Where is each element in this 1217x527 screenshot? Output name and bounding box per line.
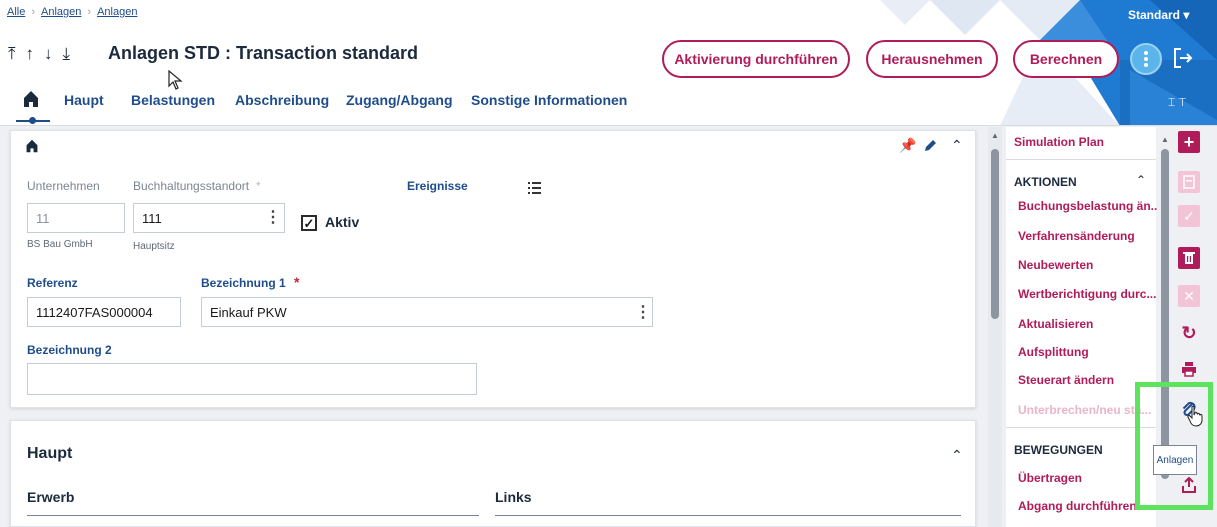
more-vertical-icon bbox=[1144, 51, 1148, 67]
edit-pencil-icon[interactable] bbox=[923, 139, 937, 153]
unternehmen-description: BS Bau GmbH bbox=[27, 239, 93, 250]
standort-description: Hauptsitz bbox=[133, 241, 175, 252]
tab-haupt[interactable]: Haupt bbox=[64, 92, 104, 108]
save-icon bbox=[1178, 171, 1200, 193]
standort-required-mark: * bbox=[256, 179, 261, 193]
first-record-icon[interactable]: ⤒ bbox=[8, 44, 16, 64]
aktiv-checkbox[interactable]: ✓ bbox=[301, 215, 317, 231]
scroll-up-icon[interactable]: ▲ bbox=[991, 131, 999, 140]
page-header: Alle › Anlagen › Anlagen Standard ▾ ⤒ ↑ … bbox=[0, 0, 1217, 126]
bezeichnung2-label: Bezeichnung 2 bbox=[27, 343, 112, 357]
simulation-plan-link[interactable]: Simulation Plan bbox=[1014, 135, 1104, 149]
bezeichnung1-field[interactable]: Einkauf PKW bbox=[201, 297, 653, 327]
action-item[interactable]: Steuerart ändern bbox=[1018, 373, 1114, 387]
tab-belastungen[interactable]: Belastungen bbox=[131, 92, 215, 108]
referenz-label: Referenz bbox=[27, 276, 78, 290]
bezeichnung1-more-icon[interactable]: ⋮ bbox=[635, 302, 651, 322]
breadcrumb-all[interactable]: Alle bbox=[7, 6, 25, 18]
breadcrumb-separator: › bbox=[87, 6, 92, 18]
aktionen-collapse-icon[interactable]: ⌃ bbox=[1136, 173, 1146, 187]
aktiv-label: Aktiv bbox=[325, 214, 360, 230]
more-actions-button[interactable] bbox=[1130, 43, 1162, 75]
page-title: Anlagen STD : Transaction standard bbox=[108, 43, 419, 63]
unternehmen-field: 11 bbox=[27, 203, 125, 233]
main-scrollbar[interactable]: ▲ bbox=[988, 127, 1002, 527]
tab-sonstige-informationen[interactable]: Sonstige Informationen bbox=[471, 92, 627, 108]
haupt-section-card: Haupt ⌃ Erwerb Links bbox=[10, 420, 976, 527]
add-icon[interactable]: + bbox=[1178, 131, 1200, 153]
action-item-disabled: Unterbrechen/neu sta... bbox=[1018, 403, 1152, 417]
delete-icon[interactable] bbox=[1178, 247, 1200, 269]
movement-item[interactable]: Übertragen bbox=[1018, 471, 1082, 485]
left-gutter bbox=[0, 127, 8, 527]
hand-cursor-icon bbox=[1187, 405, 1203, 427]
bezeichnung1-label: Bezeichnung 1 bbox=[201, 276, 286, 290]
panel-separator bbox=[1006, 159, 1156, 160]
unternehmen-label: Unternehmen bbox=[27, 179, 100, 193]
links-divider bbox=[495, 515, 961, 516]
bezeichnung1-required-mark: * bbox=[294, 274, 300, 290]
erwerb-heading: Erwerb bbox=[27, 489, 75, 505]
refresh-icon[interactable]: ↻ bbox=[1178, 322, 1200, 344]
bewegungen-heading: BEWEGUNGEN bbox=[1014, 443, 1103, 457]
action-item[interactable]: Verfahrensänderung bbox=[1018, 229, 1135, 243]
standort-field[interactable]: 111 bbox=[133, 203, 285, 233]
list-icon[interactable] bbox=[528, 181, 542, 195]
action-item[interactable]: Neubewerten bbox=[1018, 258, 1093, 272]
tab-abschreibung[interactable]: Abschreibung bbox=[235, 92, 329, 108]
cancel-icon: ✕ bbox=[1178, 285, 1200, 307]
erwerb-divider bbox=[27, 515, 479, 516]
breadcrumb-separator: › bbox=[31, 6, 36, 18]
standort-label: Buchhaltungsstandort bbox=[133, 179, 250, 193]
last-record-icon[interactable]: ⤓ bbox=[63, 44, 71, 64]
panel-separator bbox=[1006, 427, 1156, 428]
pin-icon[interactable]: 📌 bbox=[899, 137, 916, 154]
section-collapse-icon[interactable]: ⌃ bbox=[951, 447, 963, 464]
ereignisse-label: Ereignisse bbox=[407, 179, 468, 193]
section-title: Haupt bbox=[27, 445, 73, 462]
movement-item[interactable]: Abgang durchführen bbox=[1018, 499, 1137, 513]
print-icon[interactable] bbox=[1178, 358, 1200, 380]
standort-value: 111 bbox=[142, 210, 162, 226]
breadcrumb-assets[interactable]: Anlagen bbox=[41, 6, 81, 18]
next-record-icon[interactable]: ↓ bbox=[44, 44, 53, 64]
links-heading: Links bbox=[495, 489, 532, 505]
attachment-tooltip: Anlagen bbox=[1153, 445, 1197, 475]
activate-button[interactable]: Aktivierung durchführen bbox=[662, 40, 850, 78]
breadcrumb-assets-current[interactable]: Anlagen bbox=[97, 6, 137, 18]
tab-zugang-abgang[interactable]: Zugang/Abgang bbox=[346, 92, 453, 108]
mouse-cursor-icon bbox=[168, 70, 183, 90]
standard-menu[interactable]: Standard ▾ bbox=[1128, 8, 1189, 22]
active-tab-dot bbox=[29, 117, 36, 124]
referenz-field[interactable]: 1112407FAS000004 bbox=[27, 297, 181, 327]
action-item[interactable]: Wertberichtigung durc... bbox=[1018, 287, 1156, 301]
general-card: 📌 ⌃ Unternehmen 11 BS Bau GmbH Buchhaltu… bbox=[10, 130, 976, 408]
action-item[interactable]: Buchungsbelastung än... bbox=[1018, 199, 1161, 213]
confirm-icon: ✓ bbox=[1178, 205, 1200, 227]
record-navigation: ⤒ ↑ ↓ ⤓ bbox=[8, 44, 70, 64]
panel-scroll-up-icon[interactable]: ▲ bbox=[1161, 135, 1169, 144]
standort-more-icon[interactable]: ⋮ bbox=[265, 207, 281, 227]
right-action-panel: Simulation Plan AKTIONEN ⌃ Buchungsbelas… bbox=[1006, 127, 1161, 527]
action-item[interactable]: Aufsplittung bbox=[1018, 345, 1089, 359]
main-scroll-thumb[interactable] bbox=[991, 149, 999, 319]
action-item[interactable]: Aktualisieren bbox=[1018, 317, 1093, 331]
home-section-icon bbox=[26, 139, 38, 153]
calculate-button[interactable]: Berechnen bbox=[1013, 40, 1119, 78]
bezeichnung1-value: Einkauf PKW bbox=[210, 304, 287, 320]
logout-icon[interactable] bbox=[1173, 47, 1193, 69]
aktionen-heading: AKTIONEN bbox=[1014, 175, 1077, 189]
breadcrumb: Alle › Anlagen › Anlagen bbox=[7, 6, 137, 18]
remove-button[interactable]: Herausnehmen bbox=[866, 40, 998, 78]
home-tab-icon[interactable] bbox=[22, 90, 40, 108]
previous-record-icon[interactable]: ↑ bbox=[26, 44, 35, 64]
collapse-icon[interactable]: ⌃ bbox=[951, 137, 963, 154]
bezeichnung2-field[interactable] bbox=[27, 363, 477, 395]
column-settings-icon[interactable]: ⌶ ⊤ bbox=[1168, 95, 1186, 110]
